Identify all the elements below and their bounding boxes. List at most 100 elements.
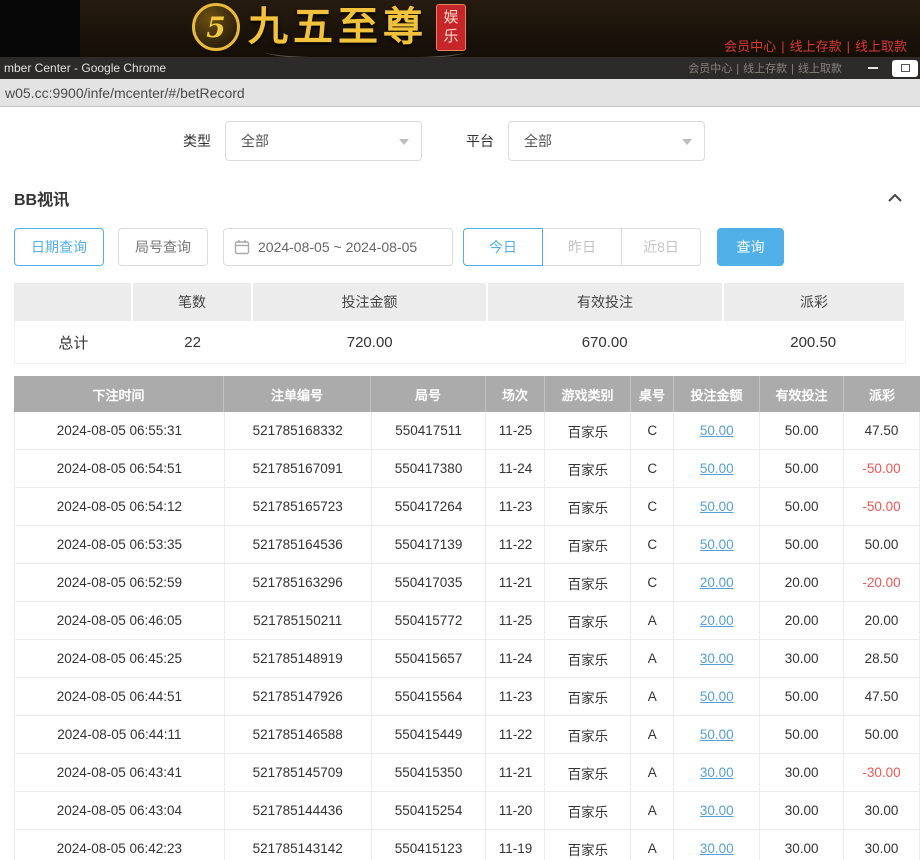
bet-amount-link[interactable]: 30.00 [674,640,760,677]
bet-time: 2024-08-05 06:44:11 [15,716,225,753]
game-type: 百家乐 [545,640,631,677]
game-type: 百家乐 [545,830,631,860]
search-button[interactable]: 查询 [717,228,784,266]
round-query-button[interactable]: 局号查询 [118,228,208,266]
round-number: 550415657 [372,640,487,677]
chevron-down-icon [682,139,692,145]
order-number: 521785167091 [225,450,372,487]
payout: 30.00 [844,792,920,829]
payout: -50.00 [844,450,920,487]
bet-time: 2024-08-05 06:43:04 [15,792,225,829]
valid-bet: 50.00 [760,678,844,715]
summary-header-payout: 派彩 [724,283,904,321]
col-header-bet-time: 下注时间 [14,376,224,412]
col-header-round-number: 局号 [371,376,486,412]
session: 11-19 [486,830,545,860]
order-number: 521785146588 [225,716,372,753]
bet-time: 2024-08-05 06:45:25 [15,640,225,677]
type-filter-label: 类型 [183,131,211,151]
round-number: 550417380 [372,450,487,487]
type-filter-select[interactable]: 全部 [225,121,422,161]
app: 5 九五至尊 娱乐 会员中心|线上存款|线上取款 mber Center - G… [0,0,920,860]
last-8-days-button[interactable]: 近8日 [621,228,701,266]
section-title: BB视讯 [14,186,69,210]
payout: 47.50 [844,678,920,715]
table-number: A [631,792,674,829]
bet-time: 2024-08-05 06:44:51 [15,678,225,715]
payout: -20.00 [844,564,920,601]
collapse-section-button[interactable] [886,191,904,205]
summary-total-label: 总计 [15,321,132,363]
bet-time: 2024-08-05 06:52:59 [15,564,225,601]
yesterday-button[interactable]: 昨日 [542,228,622,266]
session: 11-21 [486,754,545,791]
summary-payout-value: 200.50 [723,321,903,363]
summary-table: 笔数 投注金额 有效投注 派彩 总计 22 720.00 670.00 200.… [14,283,906,364]
platform-filter-select[interactable]: 全部 [508,121,705,161]
bet-amount-link[interactable]: 50.00 [674,678,760,715]
bet-time: 2024-08-05 06:54:51 [15,450,225,487]
round-number: 550415123 [372,830,487,860]
summary-header-count: 笔数 [133,283,251,321]
game-type: 百家乐 [545,488,631,525]
logo-emblem-icon: 5 [192,3,240,51]
query-toolbar: 日期查询 局号查询 2024-08-05 ~ 2024-08-05 今日 昨日 … [14,227,906,267]
valid-bet: 30.00 [760,792,844,829]
bet-records-table: 下注时间 注单编号 局号 场次 游戏类别 桌号 投注金额 有效投注 派彩 202… [14,376,920,860]
round-number: 550417264 [372,488,487,525]
bet-amount-link[interactable]: 30.00 [674,754,760,791]
browser-urlbar[interactable]: w05.cc:9900/infe/mcenter/#/betRecord [0,79,920,107]
table-number: A [631,602,674,639]
col-header-order-number: 注单编号 [224,376,371,412]
nav-member-center[interactable]: 会员中心 [724,39,776,54]
bet-amount-link[interactable]: 20.00 [674,564,760,601]
bet-amount-link[interactable]: 50.00 [674,450,760,487]
top-nav: 会员中心|线上存款|线上取款 [721,36,910,55]
bet-amount-link[interactable]: 20.00 [674,602,760,639]
bet-amount-link[interactable]: 50.00 [674,716,760,753]
table-row: 2024-08-05 06:43:41521785145709550415350… [15,754,920,792]
order-number: 521785144436 [225,792,372,829]
table-number: A [631,754,674,791]
table-row: 2024-08-05 06:45:25521785148919550415657… [15,640,920,678]
window-minimize-button[interactable] [860,60,886,77]
chevron-up-icon [886,191,904,205]
round-number: 550417139 [372,526,487,563]
bet-amount-link[interactable]: 50.00 [674,488,760,525]
round-number: 550417511 [372,412,487,449]
bet-time: 2024-08-05 06:46:05 [15,602,225,639]
table-row: 2024-08-05 06:44:11521785146588550415449… [15,716,920,754]
valid-bet: 50.00 [760,450,844,487]
game-type: 百家乐 [545,678,631,715]
session: 11-21 [486,564,545,601]
game-type: 百家乐 [545,450,631,487]
nav-deposit[interactable]: 线上存款 [790,39,842,54]
address-url[interactable]: w05.cc:9900/infe/mcenter/#/betRecord [5,85,245,101]
bet-time: 2024-08-05 06:53:35 [15,526,225,563]
chevron-down-icon [399,139,409,145]
game-type: 百家乐 [545,754,631,791]
table-number: A [631,678,674,715]
date-range-value: 2024-08-05 ~ 2024-08-05 [258,239,417,255]
valid-bet: 20.00 [760,602,844,639]
section-header: BB视讯 [14,187,904,209]
payout: 20.00 [844,602,920,639]
round-number: 550415564 [372,678,487,715]
platform-filter-label: 平台 [466,131,494,151]
bet-amount-link[interactable]: 30.00 [674,792,760,829]
bet-amount-link[interactable]: 50.00 [674,526,760,563]
bet-amount-link[interactable]: 50.00 [674,412,760,449]
bet-time: 2024-08-05 06:55:31 [15,412,225,449]
session: 11-22 [486,526,545,563]
table-number: C [631,488,674,525]
date-range-input[interactable]: 2024-08-05 ~ 2024-08-05 [223,228,453,266]
table-row: 2024-08-05 06:42:23521785143142550415123… [15,830,920,860]
today-button[interactable]: 今日 [463,228,543,266]
bet-table-body: 2024-08-05 06:55:31521785168332550417511… [14,412,920,860]
table-number: C [631,412,674,449]
bet-amount-link[interactable]: 30.00 [674,830,760,860]
summary-total-row: 总计 22 720.00 670.00 200.50 [14,321,906,364]
date-query-button[interactable]: 日期查询 [14,228,104,266]
window-maximize-button[interactable] [892,60,918,77]
nav-withdraw[interactable]: 线上取款 [855,39,907,54]
